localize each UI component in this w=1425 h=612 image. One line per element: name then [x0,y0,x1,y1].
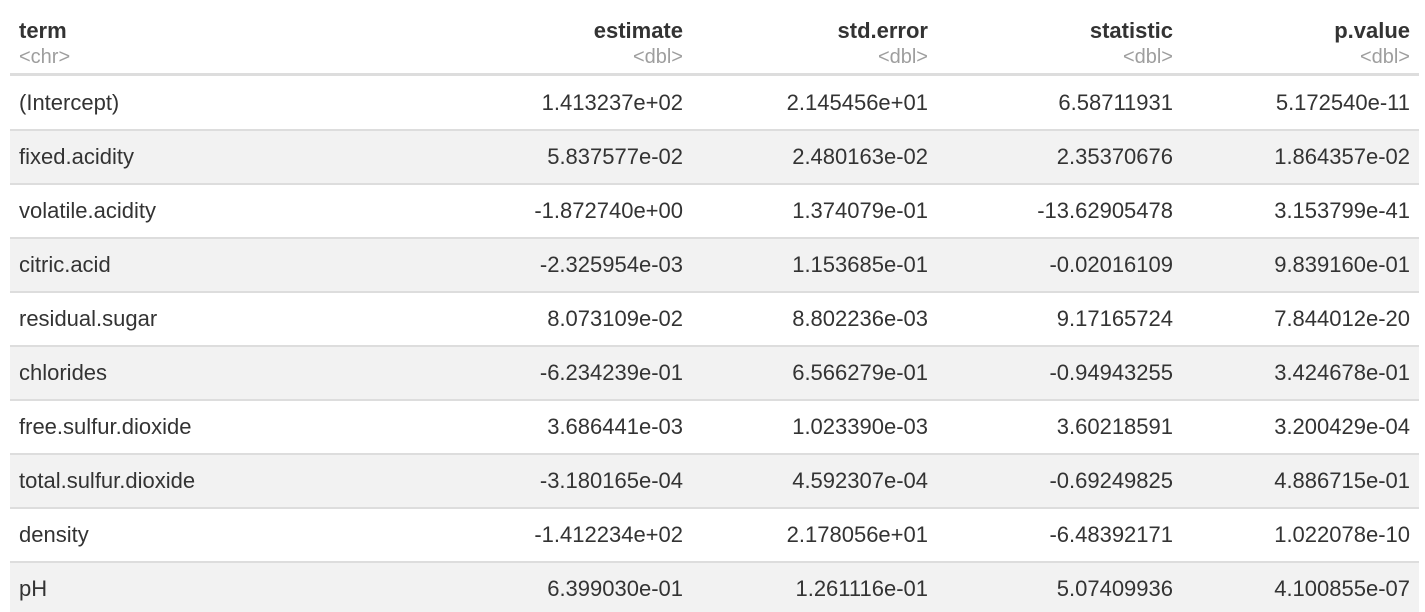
cell-statistic: 5.07409936 [937,562,1182,612]
table-row: fixed.acidity 5.837577e-02 2.480163e-02 … [10,130,1419,185]
cell-estimate: 8.073109e-02 [447,292,692,347]
cell-p-value: 4.886715e-01 [1182,454,1419,509]
cell-p-value: 7.844012e-20 [1182,292,1419,347]
cell-std-error: 1.153685e-01 [692,238,937,293]
column-header-p-value[interactable]: p.value [1182,0,1419,45]
cell-term: (Intercept) [10,74,447,131]
cell-p-value: 3.424678e-01 [1182,346,1419,401]
cell-std-error: 1.023390e-03 [692,400,937,455]
column-type-row: <chr> <dbl> <dbl> <dbl> <dbl> [10,45,1419,76]
data-frame-viewer: term estimate std.error statistic p.valu… [10,0,1419,612]
column-header-term[interactable]: term [10,0,447,45]
regression-table: term estimate std.error statistic p.valu… [10,0,1419,612]
table-row: total.sulfur.dioxide -3.180165e-04 4.592… [10,454,1419,509]
table-row: citric.acid -2.325954e-03 1.153685e-01 -… [10,238,1419,293]
cell-p-value: 9.839160e-01 [1182,238,1419,293]
cell-statistic: 6.58711931 [937,74,1182,131]
cell-term: volatile.acidity [10,184,447,239]
cell-p-value: 1.022078e-10 [1182,508,1419,563]
cell-term: pH [10,562,447,612]
table-header: term estimate std.error statistic p.valu… [10,0,1419,76]
cell-statistic: -13.62905478 [937,184,1182,239]
cell-p-value: 4.100855e-07 [1182,562,1419,612]
cell-std-error: 8.802236e-03 [692,292,937,347]
column-type-label: <dbl> [1359,46,1410,68]
column-type-label: <dbl> [877,46,928,68]
cell-term: density [10,508,447,563]
table-row: density -1.412234e+02 2.178056e+01 -6.48… [10,508,1419,563]
cell-term: total.sulfur.dioxide [10,454,447,509]
cell-term: chlorides [10,346,447,401]
cell-estimate: 1.413237e+02 [447,74,692,131]
cell-estimate: 6.399030e-01 [447,562,692,612]
cell-statistic: 2.35370676 [937,130,1182,185]
cell-estimate: -6.234239e-01 [447,346,692,401]
cell-estimate: -1.412234e+02 [447,508,692,563]
table-row: chlorides -6.234239e-01 6.566279e-01 -0.… [10,346,1419,401]
cell-statistic: -0.94943255 [937,346,1182,401]
table-row: volatile.acidity -1.872740e+00 1.374079e… [10,184,1419,239]
cell-statistic: 3.60218591 [937,400,1182,455]
column-type-label: <dbl> [632,46,683,68]
cell-p-value: 3.200429e-04 [1182,400,1419,455]
table-row: pH 6.399030e-01 1.261116e-01 5.07409936 … [10,562,1419,612]
column-header-std-error[interactable]: std.error [692,0,937,45]
cell-estimate: -2.325954e-03 [447,238,692,293]
cell-estimate: -1.872740e+00 [447,184,692,239]
cell-statistic: -0.69249825 [937,454,1182,509]
column-name-row: term estimate std.error statistic p.valu… [10,0,1419,45]
cell-std-error: 6.566279e-01 [692,346,937,401]
table-row: residual.sugar 8.073109e-02 8.802236e-03… [10,292,1419,347]
column-type-label: <chr> [19,46,71,68]
column-type-statistic: <dbl> [937,45,1182,76]
table-row: (Intercept) 1.413237e+02 2.145456e+01 6.… [10,74,1419,131]
cell-estimate: 3.686441e-03 [447,400,692,455]
table-row: free.sulfur.dioxide 3.686441e-03 1.02339… [10,400,1419,455]
column-header-statistic[interactable]: statistic [937,0,1182,45]
cell-estimate: -3.180165e-04 [447,454,692,509]
cell-term: fixed.acidity [10,130,447,185]
cell-std-error: 4.592307e-04 [692,454,937,509]
cell-term: residual.sugar [10,292,447,347]
cell-p-value: 3.153799e-41 [1182,184,1419,239]
cell-std-error: 1.261116e-01 [692,562,937,612]
cell-statistic: -6.48392171 [937,508,1182,563]
cell-std-error: 2.145456e+01 [692,74,937,131]
cell-p-value: 1.864357e-02 [1182,130,1419,185]
cell-term: citric.acid [10,238,447,293]
column-type-term: <chr> [10,45,447,76]
column-header-estimate[interactable]: estimate [447,0,692,45]
cell-term: free.sulfur.dioxide [10,400,447,455]
cell-statistic: 9.17165724 [937,292,1182,347]
column-type-label: <dbl> [1122,46,1173,68]
cell-p-value: 5.172540e-11 [1182,74,1419,131]
table-body: (Intercept) 1.413237e+02 2.145456e+01 6.… [10,74,1419,612]
column-type-estimate: <dbl> [447,45,692,76]
cell-statistic: -0.02016109 [937,238,1182,293]
cell-std-error: 2.178056e+01 [692,508,937,563]
cell-std-error: 2.480163e-02 [692,130,937,185]
cell-std-error: 1.374079e-01 [692,184,937,239]
column-type-p-value: <dbl> [1182,45,1419,76]
cell-estimate: 5.837577e-02 [447,130,692,185]
column-type-std-error: <dbl> [692,45,937,76]
